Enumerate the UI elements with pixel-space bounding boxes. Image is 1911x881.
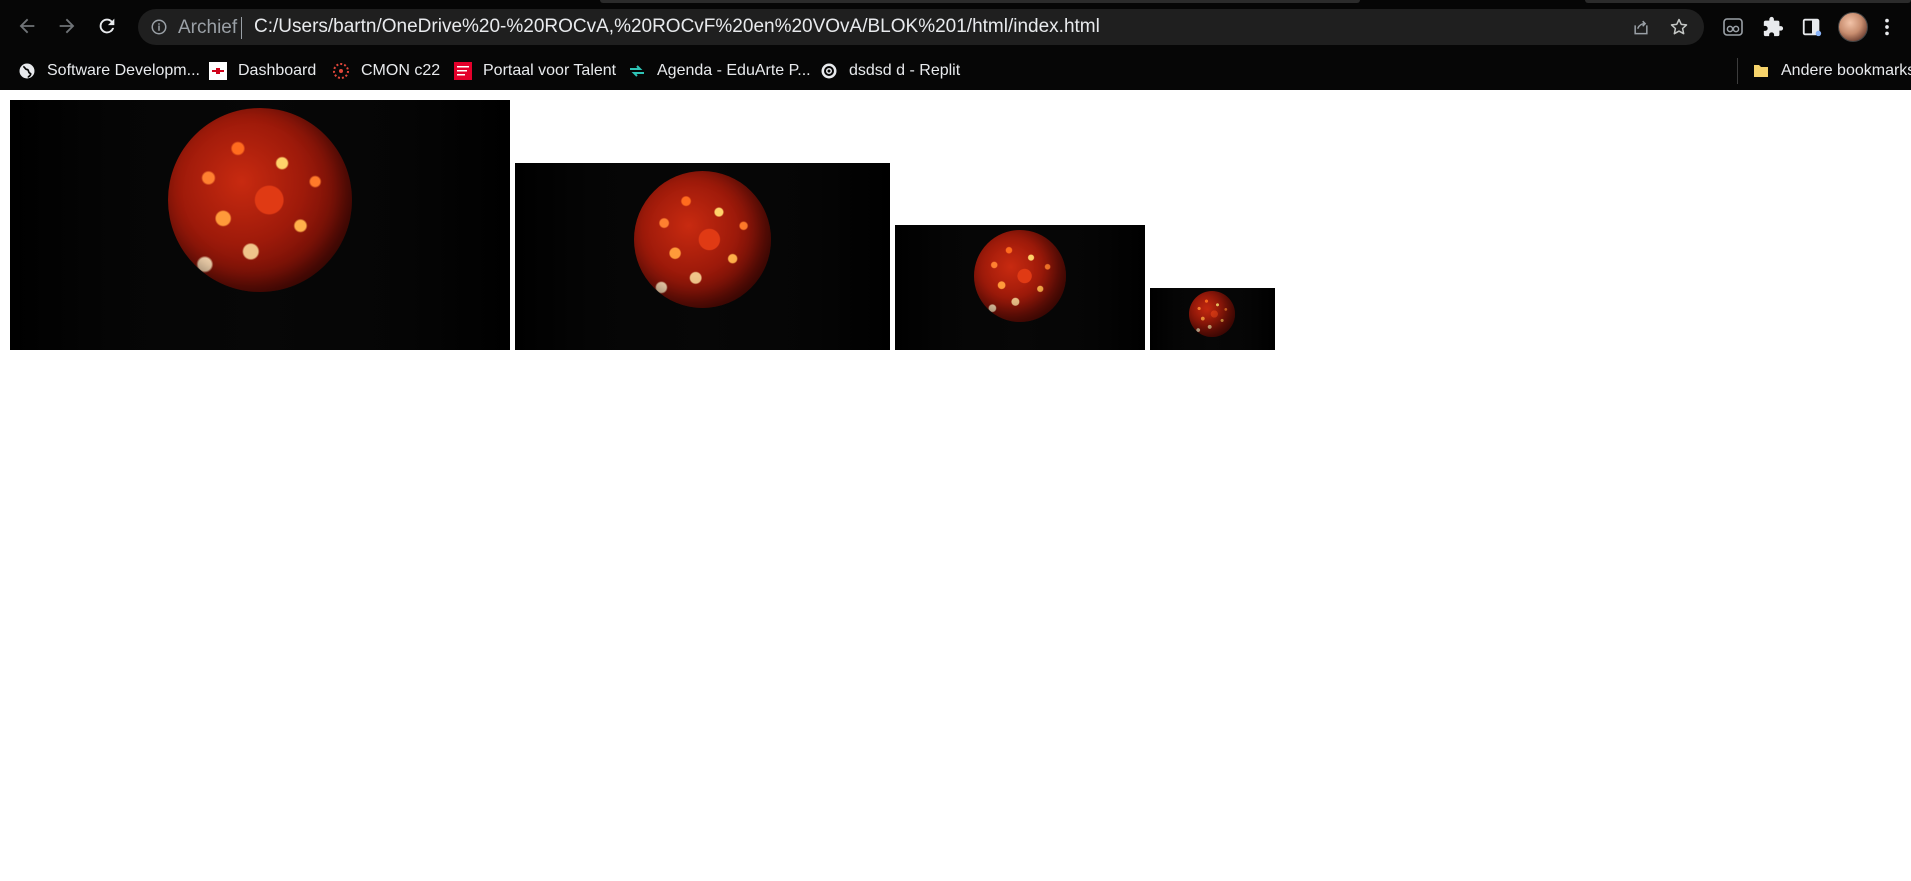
bookmark-agenda-eduarte[interactable]: Agenda - EduArte P... (628, 58, 811, 84)
other-bookmarks-folder[interactable]: Andere bookmarks (1752, 58, 1911, 84)
planet-image-medium (515, 163, 890, 350)
portaal-favicon (454, 62, 472, 80)
kebab-menu-icon (1885, 18, 1889, 36)
bookmark-portaal-voor-talent[interactable]: Portaal voor Talent (454, 58, 616, 84)
reload-icon (99, 18, 115, 34)
bookmark-cmon[interactable]: CMON c22 (332, 58, 440, 84)
extensions-button[interactable] (1756, 10, 1790, 44)
share-icon (1634, 20, 1648, 35)
bookmark-label: Software Developm... (47, 62, 200, 79)
share-button[interactable] (1628, 14, 1654, 40)
bookmark-label: Portaal voor Talent (483, 62, 617, 79)
bookmark-replit[interactable]: dsdsd d - Replit (820, 58, 960, 84)
tab-strip-edge-right (1585, 0, 1911, 3)
omnibox-divider (241, 17, 242, 39)
cmon-favicon (332, 62, 350, 80)
bookmarks-divider (1737, 58, 1738, 84)
bookmark-software-development[interactable]: Software Developm... (18, 58, 200, 84)
browser-toolbar: Archief C:/Users/bartn/OneDrive%20-%20RO… (0, 0, 1911, 52)
planet-icon (168, 108, 352, 292)
eduarte-favicon (628, 62, 646, 80)
planet-image-tiny (1150, 288, 1275, 350)
extension-glasses-button[interactable] (1716, 10, 1750, 44)
bookmark-dashboard[interactable]: Dashboard (209, 58, 316, 84)
glasses-icon (1723, 18, 1743, 36)
bookmark-label: dsdsd d - Replit (849, 62, 961, 79)
planet-image-small (895, 225, 1145, 350)
site-chip-label[interactable]: Archief (178, 17, 237, 39)
replit-favicon (820, 62, 838, 80)
back-arrow-icon (19, 18, 35, 34)
planet-icon (1189, 291, 1235, 337)
forward-arrow-icon (59, 18, 75, 34)
other-bookmarks-label: Andere bookmarks (1781, 62, 1911, 79)
address-bar[interactable]: Archief C:/Users/bartn/OneDrive%20-%20RO… (138, 9, 1704, 45)
info-icon[interactable] (150, 18, 168, 36)
bookmarks-bar: Software Developm... Dashboard CMON c22 … (0, 52, 1911, 90)
tab-strip-edge (600, 0, 1360, 3)
bookmark-label: Agenda - EduArte P... (657, 62, 811, 79)
side-panel-button[interactable] (1795, 10, 1829, 44)
bookmark-label: CMON c22 (361, 62, 441, 79)
planet-icon (974, 230, 1066, 322)
dashboard-favicon (209, 62, 227, 80)
menu-button[interactable] (1870, 10, 1904, 44)
url-text[interactable]: C:/Users/bartn/OneDrive%20-%20ROCvA,%20R… (254, 16, 1100, 38)
planet-icon (634, 171, 771, 308)
puzzle-icon (1763, 16, 1784, 37)
page-content (0, 90, 1911, 881)
planet-image-large (10, 100, 510, 350)
bookmark-star-button[interactable] (1666, 14, 1692, 40)
folder-icon (1752, 62, 1770, 80)
bookmark-label: Dashboard (238, 62, 317, 79)
globe-icon (18, 62, 36, 80)
back-button[interactable] (11, 10, 43, 42)
bookmark-star-icon (1670, 18, 1688, 35)
profile-avatar[interactable] (1838, 12, 1868, 42)
forward-button[interactable] (51, 10, 83, 42)
reload-button[interactable] (91, 10, 123, 42)
sidepanel-icon (1802, 18, 1822, 37)
